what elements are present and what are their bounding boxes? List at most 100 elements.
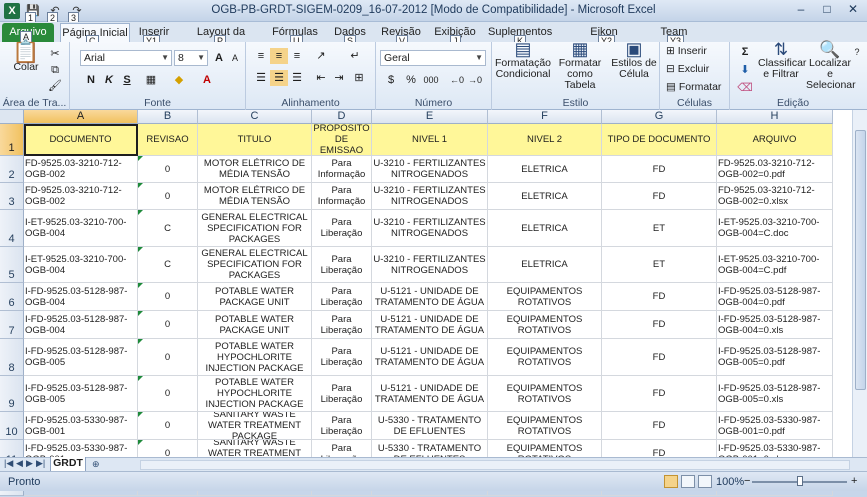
- table-cell[interactable]: U-3210 - FERTILIZANTES NITROGENADOS: [372, 210, 488, 247]
- vertical-scroll-thumb[interactable]: [855, 130, 866, 390]
- first-sheet-icon[interactable]: |◀: [4, 458, 13, 469]
- table-cell[interactable]: Para Informação: [312, 183, 372, 210]
- table-cell[interactable]: SANITARY WASTE WATER TREATMENT PACKAGE: [198, 412, 312, 440]
- header-cell-a[interactable]: DOCUMENTO: [24, 124, 138, 156]
- table-cell[interactable]: MOTOR ELÉTRICO DE MÉDIA TENSÃO: [198, 156, 312, 183]
- table-cell[interactable]: GENERAL ELECTRICAL SPECIFICATION FOR PAC…: [198, 210, 312, 247]
- shrink-font-button[interactable]: A: [226, 50, 244, 66]
- header-cell-e[interactable]: NIVEL 1: [372, 124, 488, 156]
- table-cell[interactable]: MOTOR ELÉTRICO DE MÉDIA TENSÃO: [198, 183, 312, 210]
- table-cell[interactable]: EQUIPAMENTOS ROTATIVOS: [488, 339, 602, 376]
- table-cell[interactable]: POTABLE WATER HYPOCHLORITE INJECTION PAC…: [198, 339, 312, 376]
- table-cell[interactable]: EQUIPAMENTOS ROTATIVOS: [488, 412, 602, 440]
- row-header-5[interactable]: 5: [0, 247, 24, 283]
- table-cell[interactable]: 0: [138, 339, 198, 376]
- table-cell[interactable]: Para Liberação: [312, 283, 372, 311]
- close-button[interactable]: ✕: [845, 2, 861, 16]
- header-cell-g[interactable]: TIPO DE DOCUMENTO: [602, 124, 717, 156]
- table-cell[interactable]: Para Liberação: [312, 339, 372, 376]
- table-cell[interactable]: I-FD-9525.03-5128-987-OGB-005: [24, 339, 138, 376]
- next-sheet-icon[interactable]: ▶: [26, 458, 33, 469]
- row-header-10[interactable]: 10: [0, 412, 24, 440]
- table-cell[interactable]: ELETRICA: [488, 210, 602, 247]
- table-cell[interactable]: I-ET-9525.03-3210-700-OGB-004=C.doc: [717, 210, 833, 247]
- table-cell[interactable]: POTABLE WATER PACKAGE UNIT: [198, 283, 312, 311]
- normal-view-button[interactable]: [664, 475, 678, 488]
- row-header-7[interactable]: 7: [0, 311, 24, 339]
- table-cell[interactable]: FD-9525.03-3210-712-OGB-002=0.pdf: [717, 156, 833, 183]
- table-cell[interactable]: I-FD-9525.03-5128-987-OGB-004=0.xls: [717, 311, 833, 339]
- table-cell[interactable]: FD-9525.03-3210-712-OGB-002: [24, 156, 138, 183]
- table-cell[interactable]: Para Liberação: [312, 376, 372, 412]
- table-cell[interactable]: 0: [138, 376, 198, 412]
- italic-button[interactable]: K: [100, 72, 118, 88]
- cut-icon[interactable]: ✂: [46, 46, 64, 62]
- vertical-scrollbar[interactable]: [852, 110, 867, 457]
- table-cell[interactable]: ET: [602, 247, 717, 283]
- table-cell[interactable]: EQUIPAMENTOS ROTATIVOS: [488, 311, 602, 339]
- table-cell[interactable]: I-FD-9525.03-5128-987-OGB-004: [24, 311, 138, 339]
- wrap-text-icon[interactable]: ↵: [346, 48, 364, 64]
- table-cell[interactable]: ELETRICA: [488, 247, 602, 283]
- table-cell[interactable]: GENERAL ELECTRICAL SPECIFICATION FOR PAC…: [198, 247, 312, 283]
- column-header-e[interactable]: E: [372, 110, 488, 124]
- table-cell[interactable]: I-FD-9525.03-5330-987-OGB-001: [24, 412, 138, 440]
- table-cell[interactable]: U-3210 - FERTILIZANTES NITROGENADOS: [372, 183, 488, 210]
- column-header-g[interactable]: G: [602, 110, 717, 124]
- table-cell[interactable]: 0: [138, 183, 198, 210]
- format-as-table-button[interactable]: ▦ Formatar como Tabela: [552, 40, 608, 91]
- table-cell[interactable]: I-ET-9525.03-3210-700-OGB-004: [24, 247, 138, 283]
- table-cell[interactable]: FD: [602, 412, 717, 440]
- paste-button[interactable]: 📋 Colar: [8, 41, 44, 73]
- table-cell[interactable]: I-FD-9525.03-5330-987-OGB-001=0.pdf: [717, 412, 833, 440]
- horizontal-scrollbar[interactable]: [140, 460, 850, 470]
- font-name-select[interactable]: Arial ▼: [80, 50, 172, 66]
- table-cell[interactable]: ET: [602, 210, 717, 247]
- table-cell[interactable]: Para Liberação: [312, 412, 372, 440]
- zoom-level[interactable]: 100%: [716, 476, 744, 488]
- table-cell[interactable]: FD: [602, 283, 717, 311]
- table-cell[interactable]: I-FD-9525.03-5128-987-OGB-004: [24, 283, 138, 311]
- table-cell[interactable]: FD: [602, 376, 717, 412]
- table-cell[interactable]: FD-9525.03-3210-712-OGB-002: [24, 183, 138, 210]
- header-cell-h[interactable]: ARQUIVO: [717, 124, 833, 156]
- fill-icon[interactable]: ⬇: [736, 62, 754, 78]
- column-header-d[interactable]: D: [312, 110, 372, 124]
- bold-button[interactable]: N: [82, 72, 100, 88]
- table-cell[interactable]: POTABLE WATER PACKAGE UNIT: [198, 311, 312, 339]
- table-cell[interactable]: ELETRICA: [488, 183, 602, 210]
- font-size-select[interactable]: 8 ▼: [174, 50, 208, 66]
- copy-icon[interactable]: ⧉: [46, 62, 64, 78]
- increase-indent-icon[interactable]: ⇥: [330, 70, 348, 86]
- minimize-button[interactable]: –: [793, 2, 809, 16]
- table-cell[interactable]: 0: [138, 156, 198, 183]
- sort-filter-button[interactable]: ⇅ Classificar e Filtrar: [758, 41, 806, 80]
- column-header-a[interactable]: A: [24, 110, 138, 124]
- align-right-icon[interactable]: ☰: [288, 70, 306, 86]
- worksheet-grid[interactable]: ABCDEFGH12345678910111213DOCUMENTOREVISA…: [0, 110, 867, 496]
- row-header-4[interactable]: 4: [0, 210, 24, 247]
- new-sheet-icon[interactable]: ⊕: [92, 459, 100, 470]
- table-cell[interactable]: Para Liberação: [312, 247, 372, 283]
- insert-cells-button[interactable]: ⊞ Inserir: [666, 46, 707, 57]
- sheet-tab-grdt[interactable]: GRDT: [50, 457, 86, 472]
- align-center-icon[interactable]: ☰: [270, 70, 288, 86]
- underline-button[interactable]: S: [118, 72, 136, 88]
- table-cell[interactable]: U-3210 - FERTILIZANTES NITROGENADOS: [372, 156, 488, 183]
- table-cell[interactable]: Para Informação: [312, 156, 372, 183]
- table-cell[interactable]: U-5121 - UNIDADE DE TRATAMENTO DE ÁGUA: [372, 283, 488, 311]
- column-header-f[interactable]: F: [488, 110, 602, 124]
- orientation-icon[interactable]: ↗: [312, 48, 330, 64]
- cell-styles-button[interactable]: ▣ Estilos de Célula: [610, 40, 658, 80]
- row-header-9[interactable]: 9: [0, 376, 24, 412]
- last-sheet-icon[interactable]: ▶|: [36, 458, 45, 469]
- table-cell[interactable]: U-5121 - UNIDADE DE TRATAMENTO DE ÁGUA: [372, 311, 488, 339]
- align-bottom-icon[interactable]: ≡: [288, 48, 306, 64]
- table-cell[interactable]: Para Liberação: [312, 311, 372, 339]
- help-icon[interactable]: ?: [848, 44, 866, 60]
- row-header-6[interactable]: 6: [0, 283, 24, 311]
- clear-icon[interactable]: ⌫: [736, 80, 754, 96]
- header-cell-b[interactable]: REVISAO: [138, 124, 198, 156]
- header-cell-d[interactable]: PROPOSITO DE EMISSAO: [312, 124, 372, 156]
- decrease-indent-icon[interactable]: ⇤: [312, 70, 330, 86]
